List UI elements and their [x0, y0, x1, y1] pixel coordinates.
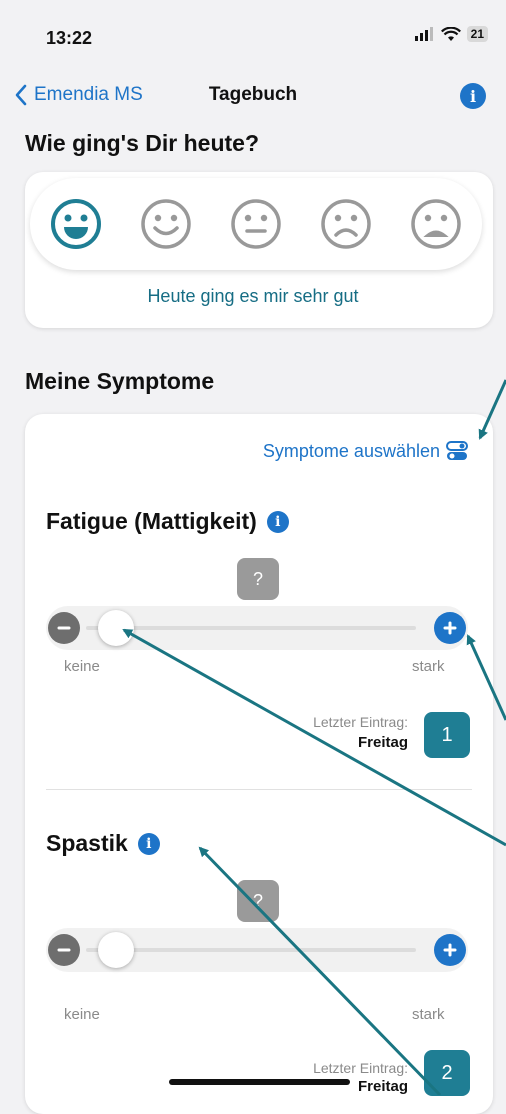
annotation-arrows — [122, 379, 506, 1095]
annotation-arrow — [478, 379, 506, 440]
annotation-arrow — [122, 628, 506, 847]
annotation-arrow — [466, 634, 506, 721]
home-indicator — [169, 1079, 350, 1085]
annotation-arrow — [198, 846, 442, 1095]
